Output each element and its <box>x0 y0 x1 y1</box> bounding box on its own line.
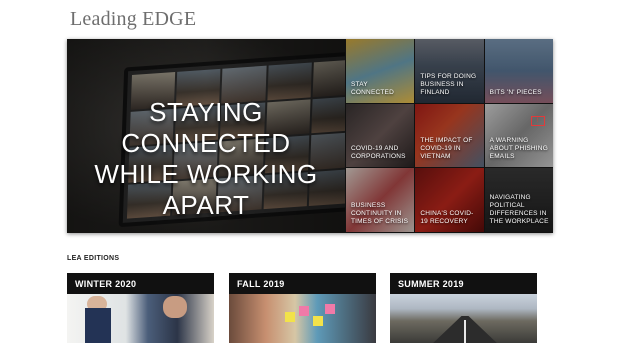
tile-label: TIPS FOR DOING BUSINESS IN FINLAND <box>420 72 477 96</box>
edition-cover-image <box>390 294 537 343</box>
article-tile-stay-connected[interactable]: STAY CONNECTED <box>345 39 415 104</box>
edition-cover-image <box>229 294 376 343</box>
warning-icon: ! <box>530 115 545 126</box>
feature-title-line: CONNECTED <box>121 128 291 158</box>
feature-title: STAYING CONNECTED WHILE WORKING APART <box>67 97 345 221</box>
feature-title-line: WHILE WORKING <box>94 159 318 189</box>
edition-title: SUMMER 2019 <box>390 273 537 294</box>
tile-label: STAY CONNECTED <box>351 80 394 96</box>
tile-label: NAVIGATING POLITICAL DIFFERENCES IN THE … <box>489 193 549 225</box>
tile-label: BUSINESS CONTINUITY IN TIMES OF CRISIS <box>351 201 409 225</box>
edition-card-summer-2019[interactable]: SUMMER 2019 <box>390 273 537 343</box>
article-tile-grid: STAY CONNECTED TIPS FOR DOING BUSINESS I… <box>345 39 553 233</box>
tile-label: BITS 'N' PIECES <box>489 88 542 96</box>
edition-title: FALL 2019 <box>229 273 376 294</box>
article-tile-phishing[interactable]: ! A WARNING ABOUT PHISHING EMAILS <box>483 103 553 169</box>
article-tile-political-differences[interactable]: NAVIGATING POLITICAL DIFFERENCES IN THE … <box>483 168 553 233</box>
article-tile-finland[interactable]: TIPS FOR DOING BUSINESS IN FINLAND <box>414 39 484 104</box>
article-tile-business-continuity[interactable]: BUSINESS CONTINUITY IN TIMES OF CRISIS <box>345 168 415 233</box>
editions-heading: LEA EDITIONS <box>67 255 120 262</box>
tile-label: A WARNING ABOUT PHISHING EMAILS <box>489 137 548 161</box>
edition-cover-image <box>67 294 214 343</box>
tile-label: COVID-19 AND CORPORATIONS <box>351 145 406 161</box>
feature-article[interactable]: STAYING CONNECTED WHILE WORKING APART <box>67 39 345 233</box>
edition-card-winter-2020[interactable]: WINTER 2020 <box>67 273 214 343</box>
article-tile-covid-corporations[interactable]: COVID-19 AND CORPORATIONS <box>345 103 415 169</box>
feature-title-line: APART <box>162 190 250 220</box>
edition-card-fall-2019[interactable]: FALL 2019 <box>229 273 376 343</box>
hero-banner: STAYING CONNECTED WHILE WORKING APART ST… <box>67 39 553 233</box>
edition-title: WINTER 2020 <box>67 273 214 294</box>
site-logo[interactable]: Leading EDGE <box>70 8 196 31</box>
article-tile-china-recovery[interactable]: CHINA'S COVID-19 RECOVERY <box>414 168 484 233</box>
tile-label: THE IMPACT OF COVID-19 IN VIETNAM <box>420 137 473 161</box>
article-tile-bits-n-pieces[interactable]: BITS 'N' PIECES <box>483 39 553 104</box>
article-tile-covid-vietnam[interactable]: THE IMPACT OF COVID-19 IN VIETNAM <box>414 103 484 169</box>
tile-label: CHINA'S COVID-19 RECOVERY <box>420 209 474 225</box>
feature-title-line: STAYING <box>149 97 263 127</box>
